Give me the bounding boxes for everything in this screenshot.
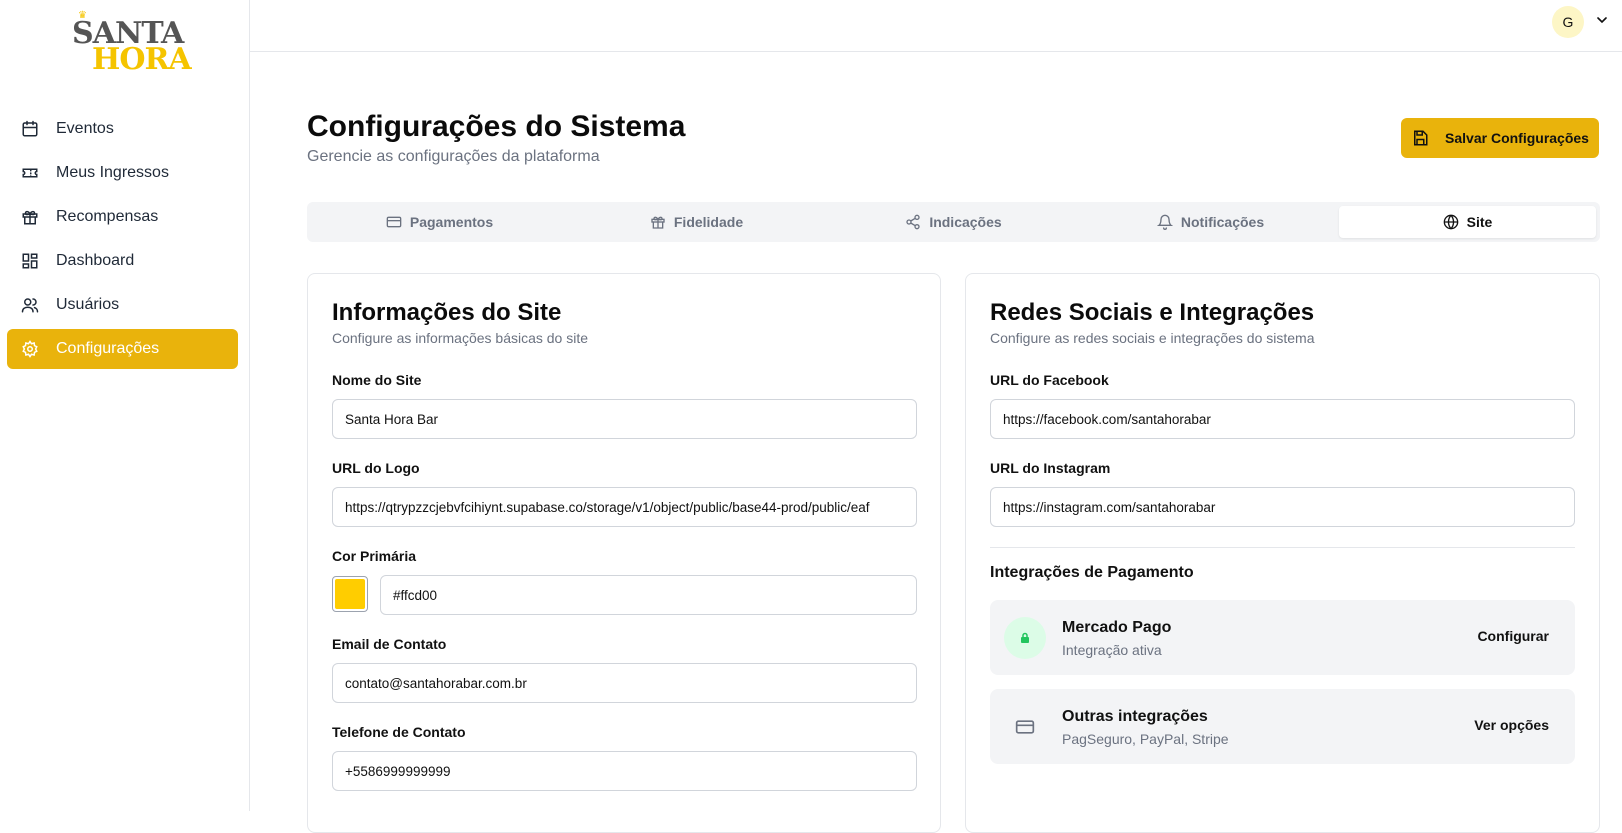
settings-tabs: Pagamentos Fidelidade Indicações Notific… <box>307 202 1600 242</box>
contact-phone-label: Telefone de Contato <box>332 724 466 740</box>
tab-indicacoes[interactable]: Indicações <box>825 206 1082 238</box>
facebook-url-input[interactable]: https://facebook.com/santahorabar <box>990 399 1575 439</box>
site-info-card: Informações do Site Configure as informa… <box>307 273 941 833</box>
brand-logo[interactable]: ♛ SANTA HORA <box>70 10 192 80</box>
instagram-url-label: URL do Instagram <box>990 460 1111 476</box>
save-icon <box>1411 129 1429 147</box>
sidebar-item-configuracoes[interactable]: Configurações <box>7 329 238 369</box>
sidebar-item-dashboard[interactable]: Dashboard <box>7 241 238 281</box>
integration-name: Outras integrações <box>1062 708 1208 725</box>
facebook-url-label: URL do Facebook <box>990 372 1109 388</box>
chevron-down-icon[interactable] <box>1594 12 1610 28</box>
save-settings-button[interactable]: Salvar Configurações <box>1401 118 1599 158</box>
tab-label: Notificações <box>1180 214 1265 230</box>
sidebar-item-eventos[interactable]: Eventos <box>7 109 238 149</box>
contact-email-label: Email de Contato <box>332 636 447 652</box>
integration-description: PagSeguro, PayPal, Stripe <box>1062 731 1229 747</box>
sidebar-item-label: Eventos <box>56 120 114 137</box>
page-title: Configurações do Sistema <box>307 110 686 143</box>
sidebar: ♛ SANTA HORA Eventos Meus Ingressos Reco… <box>0 0 250 811</box>
gift-icon <box>20 207 40 227</box>
share-icon <box>905 214 921 230</box>
logo-url-input[interactable]: https://qtrypzzcjebvfcihiynt.supabase.co… <box>332 487 917 527</box>
sidebar-nav: Eventos Meus Ingressos Recompensas Dashb… <box>7 109 238 373</box>
card-subtitle: Configure as informações básicas do site <box>332 330 589 346</box>
credit-card-icon <box>1004 706 1046 748</box>
tab-label: Pagamentos <box>409 214 494 230</box>
avatar[interactable]: G <box>1552 6 1584 38</box>
integration-status: Integração ativa <box>1062 642 1162 658</box>
integration-name: Mercado Pago <box>1062 619 1172 636</box>
instagram-url-input[interactable]: https://instagram.com/santahorabar <box>990 487 1575 527</box>
configure-button[interactable]: Configurar <box>1477 628 1549 644</box>
card-title: Informações do Site <box>332 299 562 326</box>
site-name-input[interactable]: Santa Hora Bar <box>332 399 917 439</box>
users-icon <box>20 295 40 315</box>
ticket-icon <box>20 163 40 183</box>
card-title: Redes Sociais e Integrações <box>990 299 1315 326</box>
payment-integrations-title: Integrações de Pagamento <box>990 564 1194 581</box>
gift-icon <box>650 214 666 230</box>
primary-color-label: Cor Primária <box>332 548 417 564</box>
integration-others: Outras integrações PagSeguro, PayPal, St… <box>990 689 1575 764</box>
integration-mercado-pago: Mercado Pago Integração ativa Configurar <box>990 600 1575 675</box>
sidebar-item-label: Dashboard <box>56 252 135 269</box>
sidebar-item-label: Usuários <box>56 296 120 313</box>
color-swatch[interactable] <box>332 576 368 612</box>
globe-icon <box>1443 214 1459 230</box>
contact-email-input[interactable]: contato@santahorabar.com.br <box>332 663 917 703</box>
sidebar-item-meus-ingressos[interactable]: Meus Ingressos <box>7 153 238 193</box>
sidebar-item-label: Meus Ingressos <box>56 164 169 181</box>
tab-label: Indicações <box>929 214 1002 230</box>
contact-phone-input[interactable]: +5586999999999 <box>332 751 917 791</box>
view-options-button[interactable]: Ver opções <box>1474 717 1549 733</box>
page-subtitle: Gerencie as configurações da plataforma <box>307 148 600 165</box>
tab-fidelidade[interactable]: Fidelidade <box>568 206 825 238</box>
tab-label: Site <box>1466 214 1493 230</box>
dashboard-icon <box>20 251 40 271</box>
tab-pagamentos[interactable]: Pagamentos <box>311 206 568 238</box>
bell-icon <box>1156 214 1174 230</box>
tab-notificacoes[interactable]: Notificações <box>1082 206 1339 238</box>
sidebar-item-label: Configurações <box>56 340 160 357</box>
primary-color-input[interactable]: #ffcd00 <box>380 575 917 615</box>
save-button-label: Salvar Configurações <box>1445 130 1589 146</box>
divider <box>990 547 1575 548</box>
social-integrations-card: Redes Sociais e Integrações Configure as… <box>965 273 1600 833</box>
topbar: G <box>250 0 1622 52</box>
gear-icon <box>20 339 40 359</box>
logo-url-label: URL do Logo <box>332 460 420 476</box>
brand-line2: HORA <box>92 42 192 77</box>
calendar-icon <box>20 119 40 139</box>
card-subtitle: Configure as redes sociais e integrações… <box>990 330 1315 346</box>
tab-label: Fidelidade <box>673 214 744 230</box>
sidebar-item-recompensas[interactable]: Recompensas <box>7 197 238 237</box>
lock-icon <box>1004 617 1046 659</box>
site-name-label: Nome do Site <box>332 372 422 388</box>
sidebar-item-usuarios[interactable]: Usuários <box>7 285 238 325</box>
tab-site[interactable]: Site <box>1339 206 1596 238</box>
credit-card-icon <box>386 214 402 230</box>
sidebar-item-label: Recompensas <box>56 208 159 225</box>
